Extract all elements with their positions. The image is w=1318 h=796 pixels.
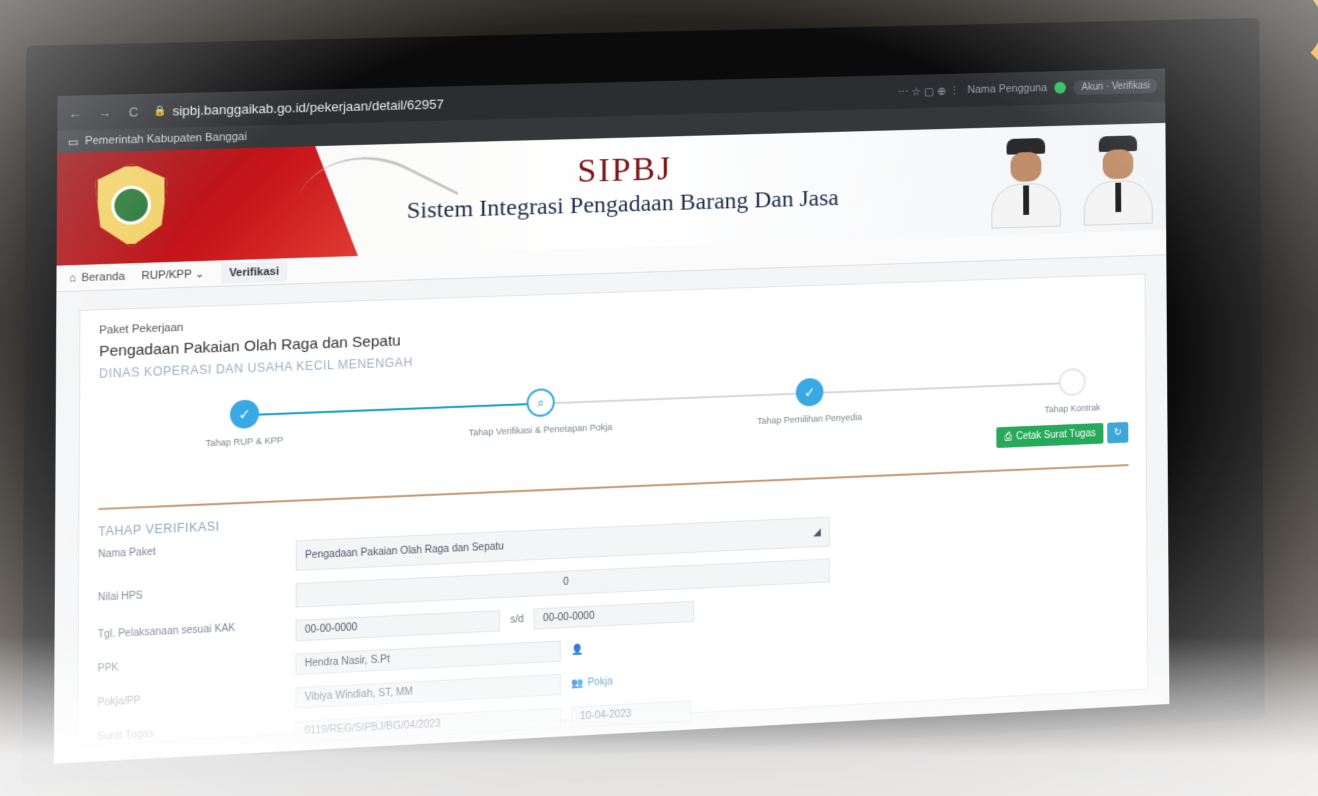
- tgl-separator: s/d: [510, 614, 524, 626]
- account-pill[interactable]: Akun · Verifikasi: [1073, 77, 1158, 95]
- bookmark-folder-icon: ▭: [67, 135, 79, 149]
- pokja-field[interactable]: Vibiya Windiah, ST, MM: [295, 673, 561, 709]
- chevron-down-icon: ⌄: [194, 268, 205, 281]
- detail-card: Paket Pekerjaan Pengadaan Pakaian Olah R…: [77, 273, 1149, 746]
- surat-tugas-label: Surat Tugas: [97, 728, 154, 743]
- nav-home[interactable]: ⌂ Beranda: [69, 270, 125, 284]
- nilai-hps-label: Nilai HPS: [97, 590, 143, 604]
- extension-icons[interactable]: ⋯ ☆ ▢ ⊕ ⋮: [898, 84, 960, 98]
- step-pemilihan[interactable]: ✓ Tahap Pemilihan Penyedia: [731, 375, 889, 427]
- browser-actions: ⋯ ☆ ▢ ⊕ ⋮ Nama Pengguna Akun · Verifikas…: [898, 77, 1158, 99]
- surat-tugas-date[interactable]: 10-04-2023: [570, 700, 692, 728]
- empty-circle-icon: [1058, 367, 1086, 397]
- step-label: Tahap Verifikasi & Penetapan Pokja: [468, 421, 613, 438]
- verifikasi-form: Nama Paket Pengadaan Pakaian Olah Raga d…: [97, 516, 830, 753]
- check-icon: ✓: [795, 377, 824, 407]
- resize-handle-icon: ◢: [813, 526, 821, 538]
- print-label: Cetak Surat Tugas: [1015, 428, 1096, 443]
- account-name: Nama Pengguna: [967, 82, 1048, 96]
- reload-icon[interactable]: C: [124, 104, 143, 120]
- back-icon[interactable]: ←: [66, 105, 85, 121]
- step-label: Tahap RUP & KPP: [205, 435, 284, 449]
- card-actions: ⎙ Cetak Surat Tugas ↻: [996, 421, 1129, 449]
- refresh-button[interactable]: ↻: [1107, 421, 1129, 444]
- step-kontrak[interactable]: Tahap Kontrak: [995, 365, 1149, 416]
- ppk-field[interactable]: Hendra Nasir, S.Pt: [295, 640, 561, 676]
- step-label: Tahap Pemilihan Penyedia: [757, 411, 863, 427]
- url-text: sipbj.banggaikab.go.id/pekerjaan/detail/…: [172, 95, 444, 119]
- nama-paket-label: Nama Paket: [98, 546, 156, 561]
- pokja-link-label: Pokja: [587, 676, 613, 689]
- step-label: Tahap Kontrak: [1044, 402, 1101, 415]
- users-icon: 👥: [570, 677, 584, 690]
- nav-rup-label: RUP/KPP: [141, 268, 192, 283]
- home-icon: ⌂: [69, 271, 77, 285]
- print-surat-tugas-button[interactable]: ⎙ Cetak Surat Tugas: [996, 422, 1104, 449]
- official-portrait-2: [1080, 131, 1157, 226]
- search-icon: ⌕: [526, 388, 555, 418]
- page-content: Paket Pekerjaan Pengadaan Pakaian Olah R…: [53, 255, 1170, 764]
- nav-rup-kpp[interactable]: RUP/KPP ⌄: [141, 267, 204, 282]
- monitor-screen: ← → C 🔒 sipbj.banggaikab.go.id/pekerjaan…: [53, 68, 1170, 764]
- surat-tugas-field[interactable]: 0119/REG/SIPBJ/BG/04/2023: [295, 707, 561, 743]
- official-portrait-1: [987, 133, 1065, 229]
- check-icon: ✓: [229, 399, 260, 429]
- nama-paket-value: Pengadaan Pakaian Olah Raga dan Sepatu: [304, 540, 504, 561]
- lock-icon: 🔒: [153, 105, 167, 117]
- step-verifikasi[interactable]: ⌕ Tahap Verifikasi & Penetapan Pokja: [460, 385, 621, 438]
- officials-photo: [987, 131, 1156, 229]
- user-icon[interactable]: 👤: [571, 644, 584, 656]
- forward-icon[interactable]: →: [95, 104, 114, 120]
- nav-verifikasi[interactable]: Verifikasi: [220, 260, 288, 284]
- tgl-start-field[interactable]: 00-00-0000: [295, 610, 501, 642]
- step-rup-kpp[interactable]: ✓ Tahap RUP & KPP: [161, 397, 327, 450]
- tgl-pelaksanaan-label: Tgl. Pelaksanaan sesuai KAK: [97, 622, 236, 641]
- nav-home-label: Beranda: [81, 270, 125, 284]
- pokja-label: Pokja/PP: [97, 695, 141, 709]
- status-dot-icon: [1054, 81, 1067, 94]
- pokja-link[interactable]: 👥 Pokja: [571, 676, 613, 689]
- monitor-bezel: ← → C 🔒 sipbj.banggaikab.go.id/pekerjaan…: [22, 17, 1265, 787]
- tgl-end-field[interactable]: 00-00-0000: [533, 600, 695, 630]
- ppk-label: PPK: [97, 662, 119, 675]
- print-icon: ⎙: [1004, 431, 1013, 443]
- bookmark-item[interactable]: Pemerintah Kabupaten Banggai: [85, 131, 247, 148]
